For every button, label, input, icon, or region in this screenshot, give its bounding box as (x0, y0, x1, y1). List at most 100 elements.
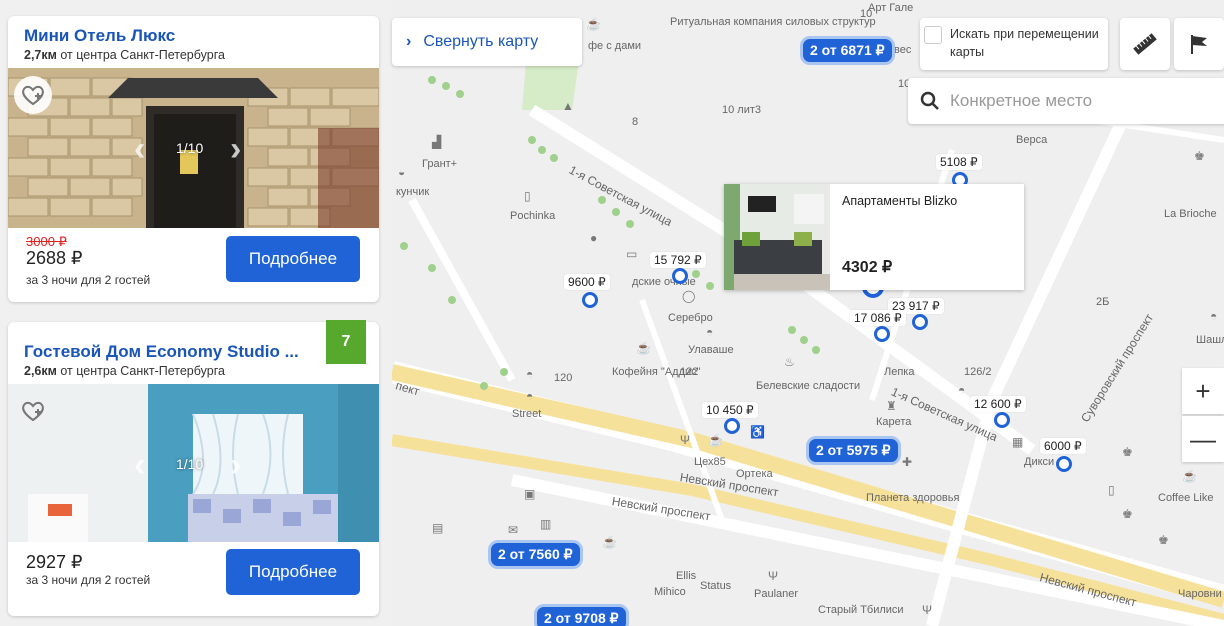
cluster-marker[interactable]: 2 от 5975 ₽ (806, 436, 901, 465)
place-search-input[interactable] (948, 90, 1212, 112)
map-label: фе с дами (588, 40, 642, 52)
price-chip[interactable]: 15 792 ₽ (650, 252, 706, 268)
ruler-button[interactable] (1120, 18, 1170, 70)
hotel-title[interactable]: Мини Отель Люкс (24, 26, 175, 46)
map-pin-icon[interactable] (874, 326, 890, 342)
search-on-move-toggle[interactable]: Искать при перемещении карты (920, 18, 1108, 70)
map-label: 10 лит3 (722, 104, 762, 116)
monument-icon: ♜ (886, 399, 897, 413)
price-note: за 3 ночи для 2 гостей (26, 573, 151, 587)
fastfood-icon: ◓ (706, 325, 714, 339)
phone-icon: ▯ (524, 189, 531, 203)
fastfood-icon: ◓ (526, 367, 534, 381)
mail-icon: ✉ (508, 523, 519, 537)
collapse-map-button[interactable]: › Свернуть карту (392, 18, 582, 66)
cafe-icon: ☕ (1182, 469, 1197, 483)
favorite-heart-icon[interactable] (14, 76, 52, 114)
restaurant-icon: Ψ (768, 569, 779, 583)
cluster-marker[interactable]: 2 от 9708 ₽ (534, 604, 629, 626)
map-label: Status (700, 580, 732, 592)
price-chip[interactable]: 6000 ₽ (1040, 438, 1086, 454)
map-label: Цех85 (694, 456, 726, 468)
search-on-move-checkbox[interactable] (924, 26, 942, 44)
cafe-icon: ☕ (602, 535, 617, 549)
price-chip[interactable]: 5108 ₽ (936, 154, 982, 170)
place-search-box[interactable] (908, 78, 1224, 124)
map-label: Старый Тбилиси (818, 604, 904, 616)
map-label: Pochinka (510, 210, 556, 222)
map-pin-icon[interactable] (994, 412, 1010, 428)
map-label: 126/2 (964, 366, 992, 378)
details-button[interactable]: Подробнее (226, 549, 360, 595)
map-pin-icon[interactable] (672, 268, 688, 284)
listing-title[interactable]: Апартаменты Blizko (842, 194, 957, 208)
map-label: 122 (680, 366, 699, 378)
flag-button[interactable] (1174, 18, 1224, 70)
clothing-icon: ♚ (1122, 445, 1133, 459)
listing-price: 4302 ₽ (842, 259, 893, 276)
clothing-icon: ♚ (1158, 533, 1169, 547)
calculator-icon: ▤ (432, 521, 444, 535)
map-label: Арт Гале (868, 2, 914, 14)
cluster-marker[interactable]: 2 от 7560 ₽ (488, 540, 583, 569)
fastfood-icon: ◓ (1210, 309, 1218, 323)
map-label: Карета (876, 416, 912, 428)
fruit-icon: ● (590, 231, 598, 245)
details-button[interactable]: Подробнее (226, 236, 360, 282)
map-label: La Brioche (1164, 208, 1217, 220)
atm-icon: ▦ (1012, 435, 1024, 449)
rating-badge: 7 (326, 320, 366, 364)
phone-icon: ▯ (1108, 483, 1115, 497)
collapse-map-label: Свернуть карту (423, 33, 539, 50)
cafe-icon: ☕ (636, 341, 651, 355)
map-label: Белевские сладости (756, 380, 861, 392)
price: 2688 ₽ (26, 248, 83, 268)
price-chip[interactable]: 12 600 ₽ (970, 396, 1026, 412)
clothing-icon: ♚ (1122, 507, 1133, 521)
price-chip[interactable]: 10 450 ₽ (702, 402, 758, 418)
fastfood-icon: ◓ (526, 389, 534, 403)
map-pin-icon[interactable] (1056, 456, 1072, 472)
listing-photo[interactable] (724, 184, 830, 290)
map-label: Paulaner (754, 588, 799, 600)
ruler-icon (1133, 33, 1157, 55)
hotel-card[interactable]: Гостевой Дом Economy Studio ... 2,6км от… (8, 322, 379, 616)
hotel-photo[interactable]: ‹ 1/10 › (8, 68, 379, 228)
photo-counter: 1/10 (176, 140, 204, 156)
pharmacy-icon: ✚ (902, 455, 913, 469)
photo-prev-icon[interactable]: ‹ (134, 132, 154, 166)
map-label: Coffee Like (1158, 492, 1214, 504)
price-chip[interactable]: 17 086 ₽ (850, 310, 906, 326)
price-note: за 3 ночи для 2 гостей (26, 273, 151, 287)
map-pin-icon[interactable] (582, 292, 598, 308)
map-label: Улаваше (688, 344, 734, 356)
cluster-marker[interactable]: 2 от 6871 ₽ (800, 36, 895, 65)
map-label: Ellis (676, 570, 697, 582)
map-label: Ортека (736, 468, 773, 480)
photo-prev-icon[interactable]: ‹ (134, 448, 154, 482)
bank-icon: ▭ (626, 247, 638, 261)
photo-next-icon[interactable]: › (230, 448, 250, 482)
building-icon: ▟ (432, 135, 442, 149)
bus-stop-icon: ▣ (524, 487, 536, 501)
photo-next-icon[interactable]: › (230, 132, 250, 166)
map-label: Серебро (668, 312, 713, 324)
price-chip[interactable]: 9600 ₽ (564, 274, 610, 290)
hotel-card[interactable]: Мини Отель Люкс 2,7км от центра Санкт-Пе… (8, 16, 379, 302)
map-label: 2Б (1096, 296, 1110, 308)
map-label: Шашл Хаус (1196, 334, 1224, 346)
listing-popup[interactable]: Апартаменты Blizko 4302 ₽ (724, 184, 1024, 290)
zoom-in-button[interactable]: + (1182, 368, 1224, 414)
map-label: вес (894, 44, 912, 56)
favorite-heart-icon[interactable] (14, 392, 52, 430)
hotel-distance: 2,6км от центра Санкт-Петербурга (24, 364, 225, 378)
zoom-out-button[interactable]: — (1182, 416, 1224, 462)
photo-counter: 1/10 (176, 456, 204, 472)
flag-icon (1191, 35, 1207, 54)
map-pin-icon[interactable] (724, 418, 740, 434)
search-on-move-label: Искать при перемещении карты (950, 27, 1099, 59)
hotel-title[interactable]: Гостевой Дом Economy Studio ... (24, 342, 299, 362)
bakery-icon: ♨ (784, 355, 795, 369)
map-pin-icon[interactable] (912, 314, 928, 330)
hotel-photo[interactable]: ‹ 1/10 › (8, 384, 379, 542)
